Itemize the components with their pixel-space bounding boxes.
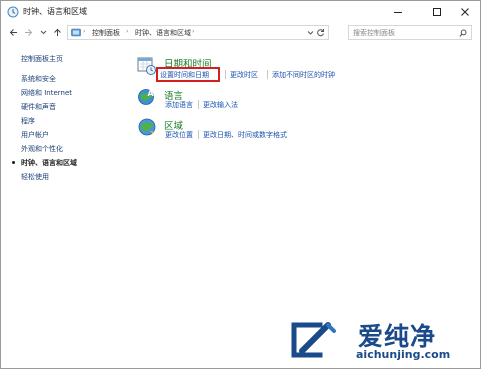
link-change-location[interactable]: 更改位置: [165, 130, 193, 140]
control-panel-window: 时钟、语言和区域 › 控制面板 › 时钟、语言和区域 › 搜索控制面板 控制面板…: [0, 0, 481, 369]
minimize-icon: [394, 12, 402, 13]
up-arrow-icon: [53, 28, 61, 36]
title-bar[interactable]: 时钟、语言和区域: [1, 1, 480, 23]
clock-language-region-icon: [7, 6, 19, 18]
sidebar-item-appearance[interactable]: 外观和个性化: [21, 144, 63, 154]
sidebar-item-hardware-sound[interactable]: 硬件和声音: [21, 102, 56, 112]
forward-arrow-icon: [24, 29, 32, 36]
highlight-box: [156, 67, 220, 82]
recent-locations-button[interactable]: [37, 26, 49, 40]
search-input[interactable]: 搜索控制面板: [348, 25, 472, 40]
control-panel-icon: [71, 28, 81, 37]
link-change-input-method[interactable]: 更改输入法: [203, 100, 238, 110]
maximize-button[interactable]: [422, 1, 452, 23]
link-separator: [225, 70, 226, 79]
breadcrumb-separator: ›: [126, 28, 129, 35]
window-title: 时钟、语言和区域: [23, 7, 87, 16]
svg-text:A: A: [148, 89, 155, 98]
breadcrumb-current[interactable]: 时钟、语言和区域: [135, 28, 191, 38]
sidebar-item-ease-of-access[interactable]: 轻松使用: [21, 172, 49, 182]
breadcrumb-control-panel[interactable]: 控制面板: [92, 28, 120, 38]
watermark-logo: [291, 322, 336, 358]
chevron-down-icon: [40, 30, 46, 35]
link-separator: [267, 70, 268, 79]
maximize-icon: [433, 8, 441, 16]
link-change-time-zone[interactable]: 更改时区: [230, 70, 258, 80]
breadcrumb-separator: ›: [83, 28, 86, 35]
search-placeholder: 搜索控制面板: [353, 29, 395, 37]
forward-button[interactable]: [22, 26, 34, 40]
address-bar[interactable]: › 控制面板 › 时钟、语言和区域 ›: [67, 25, 329, 40]
breadcrumb-separator: ›: [192, 28, 195, 35]
current-page-bullet: [12, 161, 15, 164]
sidebar-item-programs[interactable]: 程序: [21, 116, 35, 126]
calendar-clock-icon[interactable]: [137, 56, 157, 76]
sidebar-item-user-accounts[interactable]: 用户帐户: [21, 130, 49, 140]
up-button[interactable]: [51, 26, 63, 40]
link-add-language[interactable]: 添加语言: [165, 100, 193, 110]
navigation-row: › 控制面板 › 时钟、语言和区域 › 搜索控制面板: [1, 23, 480, 43]
sidebar-item-system-security[interactable]: 系统和安全: [21, 74, 56, 84]
language-globe-icon[interactable]: A: [137, 87, 157, 107]
back-arrow-icon: [9, 29, 17, 36]
close-icon: [461, 8, 469, 16]
link-separator: [198, 100, 199, 109]
link-change-formats[interactable]: 更改日期、时间或数字格式: [203, 130, 287, 140]
refresh-icon[interactable]: [316, 28, 325, 37]
link-add-clocks[interactable]: 添加不同时区的时钟: [272, 70, 335, 80]
minimize-button[interactable]: [383, 1, 413, 23]
search-icon[interactable]: [459, 29, 467, 37]
region-globe-icon[interactable]: [137, 117, 157, 137]
sidebar-item-clock-language-region[interactable]: 时钟、语言和区域: [21, 158, 77, 168]
watermark-url: aichunjing.com: [356, 348, 451, 361]
sidebar-item-control-panel-home[interactable]: 控制面板主页: [21, 54, 63, 64]
link-separator: [198, 130, 199, 139]
sidebar-item-network-internet[interactable]: 网络和 Internet: [21, 88, 72, 98]
sidebar: 控制面板主页 系统和安全 网络和 Internet 硬件和声音 程序 用户帐户 …: [1, 43, 121, 343]
close-button[interactable]: [450, 1, 480, 23]
back-button[interactable]: [7, 26, 19, 40]
address-dropdown-icon[interactable]: [307, 29, 314, 36]
